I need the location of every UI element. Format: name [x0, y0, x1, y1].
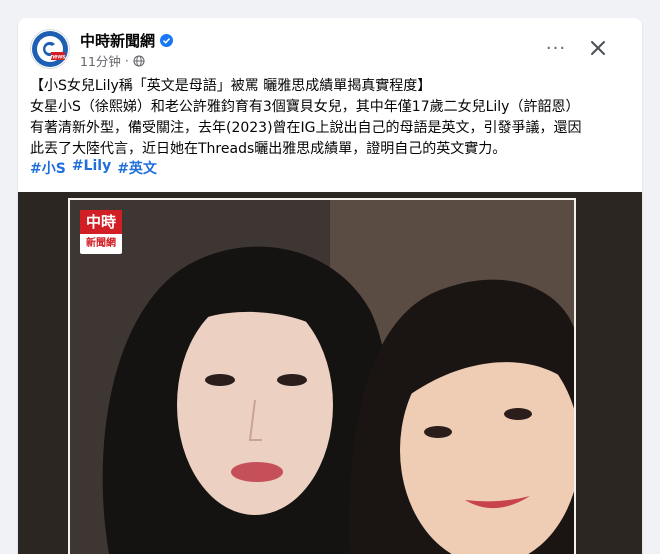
hashtag-list: #小S #Lily #英文: [30, 158, 157, 178]
photo-illustration: [70, 200, 574, 554]
post-headline: 【小S女兒Lily稱「英文是母語」被罵 曬雅思成績單揭真實程度】: [30, 78, 432, 94]
post-meta: 11分钟 ·: [80, 51, 145, 70]
globe-icon: [133, 54, 145, 67]
page-name-row: 中時新聞網: [80, 30, 174, 51]
hashtag-link[interactable]: #英文: [117, 158, 157, 178]
page-name[interactable]: 中時新聞網: [80, 30, 155, 51]
post-media[interactable]: 中時 新聞網: [18, 192, 642, 554]
hashtag-link[interactable]: #Lily: [72, 158, 111, 178]
post-text-line: 有著清新外型，備受關注，去年(2023)曾在IG上說出自己的母語是英文，引發爭議…: [30, 120, 582, 136]
page-avatar[interactable]: news: [30, 29, 70, 69]
news-watermark: 中時 新聞網: [80, 210, 122, 254]
watermark-top: 中時: [80, 210, 122, 234]
post-text-line: 女星小S（徐熙娣）和老公許雅鈞育有3個寶貝女兒，其中年僅17歲二女兒Lily（許…: [30, 99, 580, 115]
close-button[interactable]: [580, 30, 616, 66]
post-text-line: 此丟了大陸代言，近日她在Threads曬出雅思成績單，證明自己的英文實力。: [30, 141, 507, 157]
more-options-button[interactable]: ···: [538, 32, 574, 64]
post-body: 【小S女兒Lily稱「英文是母語」被罵 曬雅思成績單揭真實程度】 女星小S（徐熙…: [30, 76, 630, 160]
watermark-bottom: 新聞網: [86, 238, 116, 249]
facebook-post-card: news 中時新聞網 11分钟 · ··· 【小S女兒Lily稱「英文是母語」被…: [18, 18, 642, 554]
chinatimes-logo-icon: news: [32, 31, 68, 67]
post-timestamp[interactable]: 11分钟: [80, 51, 121, 70]
hashtag-link[interactable]: #小S: [30, 158, 66, 178]
post-header: news 中時新聞網 11分钟 · ···: [18, 18, 642, 78]
verified-badge-icon: [160, 34, 174, 47]
svg-text:news: news: [50, 55, 66, 61]
post-photo[interactable]: 中時 新聞網: [68, 198, 576, 554]
close-icon: [591, 41, 605, 55]
